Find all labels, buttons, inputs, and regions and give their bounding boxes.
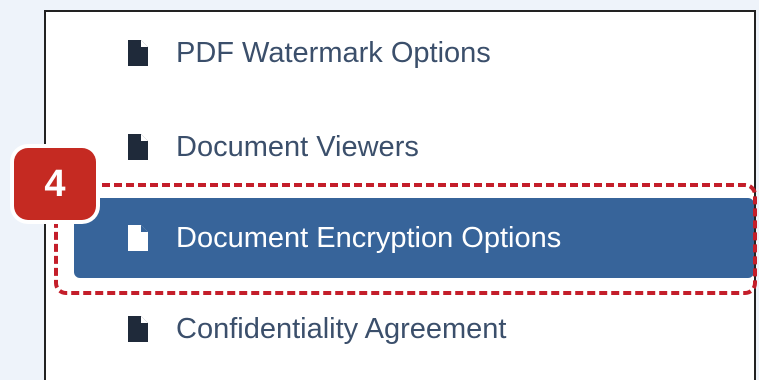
menu-item-label: Document Encryption Options	[176, 221, 562, 254]
document-icon	[124, 224, 152, 252]
menu-item-pdf-watermark-options[interactable]: PDF Watermark Options	[74, 16, 491, 90]
document-icon	[124, 133, 152, 161]
document-icon	[124, 39, 152, 67]
menu-item-document-viewers[interactable]: Document Viewers	[74, 110, 419, 184]
menu-item-label: PDF Watermark Options	[176, 36, 491, 69]
step-number-badge: 4	[14, 148, 96, 220]
menu-item-confidentiality-agreement[interactable]: Confidentiality Agreement	[74, 292, 506, 366]
menu-item-document-encryption-options[interactable]: Document Encryption Options	[74, 198, 754, 278]
document-icon	[124, 315, 152, 343]
menu-item-label: Confidentiality Agreement	[176, 312, 507, 345]
menu-item-label: Document Viewers	[176, 130, 419, 163]
